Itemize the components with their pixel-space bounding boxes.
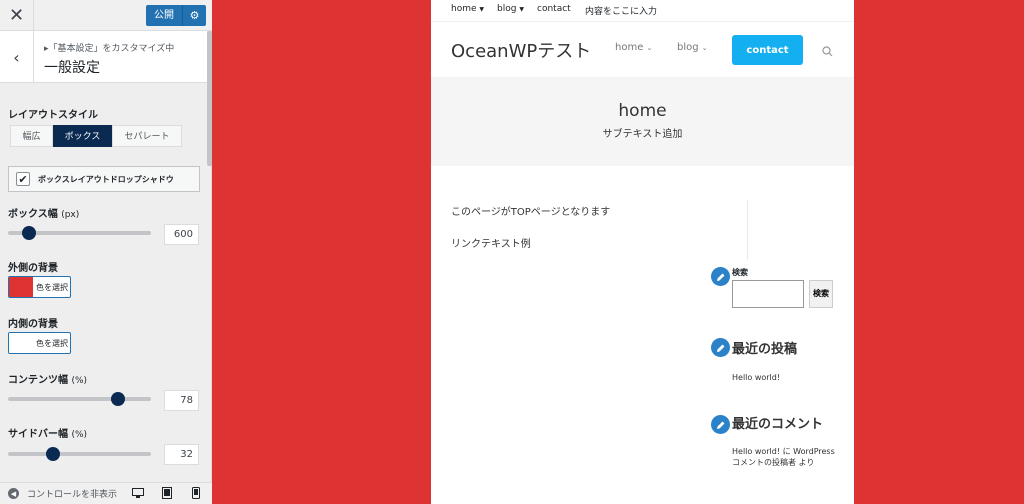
topnav-blog-label: blog [497, 4, 517, 14]
box-width-input[interactable]: 600 [164, 224, 199, 245]
sidebar-width-label-text: サイドバー幅 [8, 429, 68, 440]
recent-comments-title: 最近のコメント [732, 417, 824, 432]
back-chevron-icon[interactable]: ‹ [0, 31, 34, 83]
collapse-arrow-icon: ◀ [8, 488, 19, 499]
sidebar-width-slider-knob[interactable] [46, 447, 60, 461]
chevron-down-icon: ⌄ [646, 44, 653, 52]
customizer-sidebar: ✕ 公開 ⚙ ‹ ▸「基本設定」をカスタマイズ中 一般設定 レイアウトスタイル … [0, 0, 212, 504]
sidebar-scrollbar[interactable] [207, 31, 212, 166]
sidebar-width-label: サイドバー幅 (%) [8, 425, 87, 440]
layout-option-wide[interactable]: 幅広 [10, 125, 53, 147]
desktop-preview-icon[interactable] [132, 487, 144, 499]
outer-bg-color-button[interactable]: 色を選択 [8, 276, 71, 298]
content-width-label: コンテンツ幅 (%) [8, 371, 87, 386]
topnav-home[interactable]: home ▼ [451, 4, 484, 14]
layout-style-label: レイアウトスタイル [8, 110, 98, 121]
sidebar-divider [747, 200, 748, 260]
site-title[interactable]: OceanWPテスト [451, 37, 591, 63]
hide-controls-label: コントロールを非表示 [27, 490, 118, 500]
menu-home-label: home [615, 42, 644, 53]
hero-subtitle: サブテキスト追加 [602, 129, 683, 140]
search-widget-button[interactable]: 検索 [809, 280, 833, 308]
top-navigation: home ▼ blog ▼ contact 内容をここに入力 [431, 0, 854, 22]
chevron-down-icon: ▼ [479, 6, 485, 13]
sidebar-width-slider[interactable] [8, 447, 151, 461]
mobile-preview-icon[interactable] [190, 487, 202, 499]
box-shadow-checkbox[interactable]: ✔ [16, 172, 30, 186]
site-header: OceanWPテスト home ⌄ blog ⌄ contact [431, 22, 854, 77]
section-header: ‹ ▸「基本設定」をカスタマイズ中 一般設定 [0, 31, 207, 83]
topnav-contact[interactable]: contact [537, 4, 571, 14]
recent-comment-item[interactable]: Hello world! に WordPress コメントの投稿者 より [732, 446, 837, 468]
box-width-slider[interactable] [8, 226, 151, 240]
page-hero: home サブテキスト追加 [431, 77, 854, 166]
search-icon[interactable] [822, 42, 833, 61]
body-text-line: このページがTOPページとなります [451, 207, 611, 218]
recent-posts-title: 最近の投稿 [732, 342, 798, 357]
box-width-slider-knob[interactable] [22, 226, 36, 240]
close-icon[interactable]: ✕ [0, 0, 34, 31]
content-width-label-text: コンテンツ幅 [8, 375, 68, 386]
box-width-unit: (px) [61, 210, 80, 220]
tablet-preview-icon[interactable] [161, 487, 173, 499]
body-link-text[interactable]: リンクテキスト例 [451, 235, 531, 250]
outer-bg-swatch [9, 277, 33, 297]
pencil-icon [711, 267, 730, 286]
box-width-label: ボックス幅 (px) [8, 205, 79, 220]
inner-bg-label: 内側の背景 [8, 319, 58, 330]
menu-blog[interactable]: blog ⌄ [677, 42, 708, 53]
publish-group: 公開 ⚙ [146, 5, 206, 26]
content-width-unit: (%) [71, 376, 88, 386]
sidebar-width-input[interactable]: 32 [164, 444, 199, 465]
box-width-label-text: ボックス幅 [8, 209, 58, 220]
pencil-icon [711, 338, 730, 357]
recent-post-link[interactable]: Hello world! [732, 372, 837, 383]
search-widget-input[interactable] [732, 280, 804, 308]
layout-option-separate[interactable]: セパレート [112, 125, 182, 147]
outer-bg-label: 外側の背景 [8, 263, 58, 274]
topnav-home-label: home [451, 4, 477, 14]
topnav-blog[interactable]: blog ▼ [497, 4, 524, 14]
gear-icon[interactable]: ⚙ [182, 5, 206, 26]
pencil-icon [711, 415, 730, 434]
outer-bg-button-label: 色を選択 [36, 282, 68, 292]
customizer-footer: ◀ コントロールを非表示 [0, 482, 212, 504]
chevron-down-icon: ⌄ [701, 44, 708, 52]
contact-button[interactable]: contact [732, 35, 803, 65]
breadcrumb: ▸「基本設定」をカスタマイズ中 [44, 44, 175, 54]
layout-option-boxed[interactable]: ボックス [53, 125, 112, 147]
chevron-down-icon: ▼ [519, 6, 524, 13]
inner-bg-color-button[interactable]: 色を選択 [8, 332, 71, 354]
customizer-topbar: ✕ 公開 ⚙ [0, 0, 212, 31]
box-shadow-checkbox-row[interactable]: ✔ ボックスレイアウトドロップシャドウ [8, 166, 200, 192]
menu-home[interactable]: home ⌄ [615, 42, 652, 53]
content-width-input[interactable]: 78 [164, 390, 199, 411]
menu-blog-label: blog [677, 42, 699, 53]
search-widget-title: 検索 [732, 268, 748, 277]
sidebar-width-unit: (%) [71, 430, 88, 440]
section-title: 一般設定 [44, 60, 100, 76]
hero-title: home [618, 101, 667, 121]
layout-style-segmented: 幅広 ボックス セパレート [10, 125, 182, 147]
site-preview: home ▼ blog ▼ contact 内容をここに入力 OceanWPテス… [431, 0, 854, 504]
hide-controls-button[interactable]: ◀ コントロールを非表示 [8, 487, 117, 500]
content-width-slider[interactable] [8, 392, 151, 406]
content-width-slider-knob[interactable] [111, 392, 125, 406]
inner-bg-button-label: 色を選択 [36, 338, 68, 348]
topnav-placeholder[interactable]: 内容をここに入力 [585, 4, 657, 17]
inner-bg-swatch [9, 333, 33, 353]
box-shadow-label: ボックスレイアウトドロップシャドウ [38, 174, 174, 184]
publish-button[interactable]: 公開 [146, 5, 182, 26]
